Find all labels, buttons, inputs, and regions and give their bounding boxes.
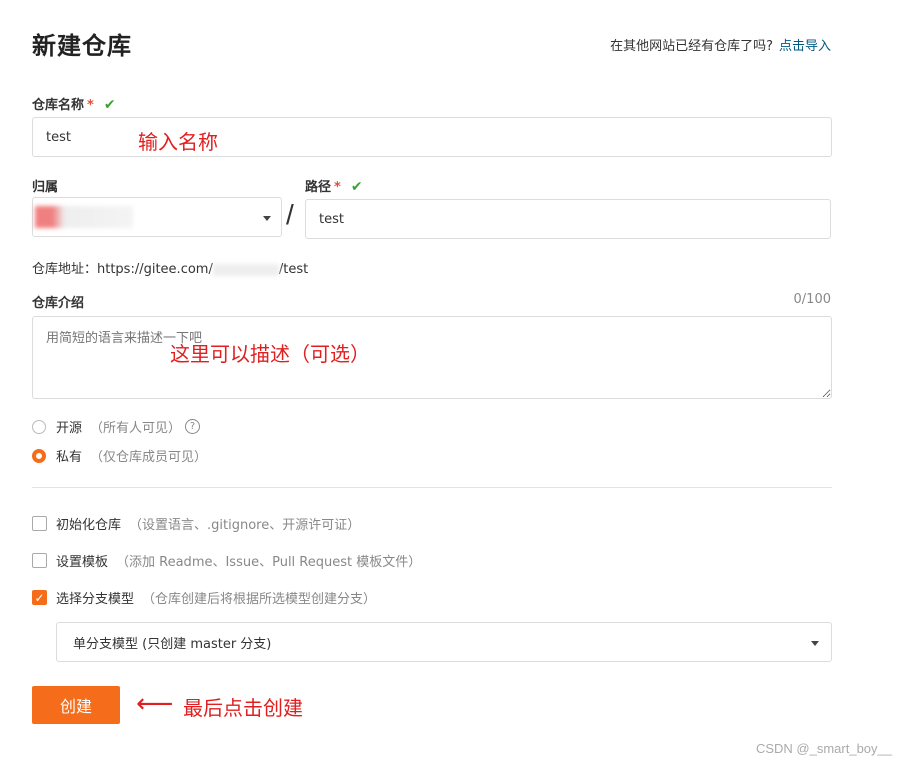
private-label: 私有 <box>56 450 83 465</box>
path-label-text: 路径 <box>305 180 332 195</box>
description-counter: 0/100 <box>793 292 831 307</box>
public-hint: （所有人可见） <box>90 421 182 436</box>
address-prefix: 仓库地址：https://gitee.com/ <box>32 262 213 277</box>
check-icon: ✔ <box>350 179 363 195</box>
option-init[interactable]: 初始化仓库 （设置语言、.gitignore、开源许可证） <box>32 514 360 533</box>
template-checkbox[interactable] <box>32 553 47 568</box>
chevron-down-icon <box>811 641 819 646</box>
import-link[interactable]: 点击导入 <box>779 39 831 54</box>
description-textarea[interactable] <box>32 316 832 399</box>
public-radio[interactable] <box>32 419 46 434</box>
owner-label: 归属 <box>32 180 59 195</box>
private-radio[interactable] <box>32 448 46 463</box>
branch-label: 选择分支模型 <box>56 592 135 607</box>
repo-name-label-text: 仓库名称 <box>32 98 85 113</box>
option-template[interactable]: 设置模板 （添加 Readme、Issue、Pull Request 模板文件） <box>32 551 421 570</box>
repo-address: 仓库地址：https://gitee.com/ /test <box>32 258 308 277</box>
chevron-down-icon <box>263 216 271 221</box>
repo-name-value: test <box>46 129 71 145</box>
template-hint: （添加 Readme、Issue、Pull Request 模板文件） <box>116 555 422 570</box>
template-label: 设置模板 <box>56 555 109 570</box>
branch-model-value: 单分支模型 (只创建 master 分支) <box>73 636 272 652</box>
path-value: test <box>319 211 344 227</box>
owner-redacted <box>35 206 133 228</box>
watermark: CSDN @_smart_boy__ <box>755 741 892 756</box>
path-input[interactable]: test <box>305 199 831 239</box>
create-annotation: 最后点击创建 <box>183 696 303 720</box>
create-button[interactable]: 创建 <box>32 686 120 724</box>
description-annotation: 这里可以描述（可选） <box>170 342 370 366</box>
init-checkbox[interactable] <box>32 516 47 531</box>
check-icon: ✔ <box>103 97 116 113</box>
visibility-private[interactable]: 私有 （仅仓库成员可见） <box>32 446 207 465</box>
required-mark: * <box>334 180 341 195</box>
init-hint: （设置语言、.gitignore、开源许可证） <box>129 518 361 533</box>
import-prompt: 在其他网站已经有仓库了吗? 点击导入 <box>610 35 831 54</box>
arrow-left-icon: ⟵ <box>136 689 174 719</box>
branch-model-select[interactable]: 单分支模型 (只创建 master 分支) <box>56 622 832 662</box>
repo-name-annotation: 输入名称 <box>138 130 218 154</box>
divider <box>32 487 832 488</box>
import-question: 在其他网站已经有仓库了吗? <box>610 39 773 54</box>
private-hint: （仅仓库成员可见） <box>90 450 208 465</box>
init-label: 初始化仓库 <box>56 518 122 533</box>
repo-name-label: 仓库名称 * ✔ <box>32 94 116 113</box>
branch-checkbox[interactable]: ✓ <box>32 590 47 605</box>
page-title: 新建仓库 <box>32 32 132 60</box>
public-label: 开源 <box>56 421 83 436</box>
branch-hint: （仓库创建后将根据所选模型创建分支） <box>142 592 377 607</box>
path-separator: / <box>286 199 294 230</box>
visibility-public[interactable]: 开源 （所有人可见） ? <box>32 417 201 436</box>
description-label: 仓库介绍 <box>32 296 85 311</box>
owner-select[interactable] <box>32 197 282 237</box>
path-label: 路径 * ✔ <box>305 176 363 195</box>
option-branch[interactable]: ✓ 选择分支模型 （仓库创建后将根据所选模型创建分支） <box>32 588 376 607</box>
address-suffix: /test <box>278 262 309 277</box>
address-redacted <box>212 263 279 276</box>
help-icon[interactable]: ? <box>185 419 201 434</box>
required-mark: * <box>87 98 94 113</box>
